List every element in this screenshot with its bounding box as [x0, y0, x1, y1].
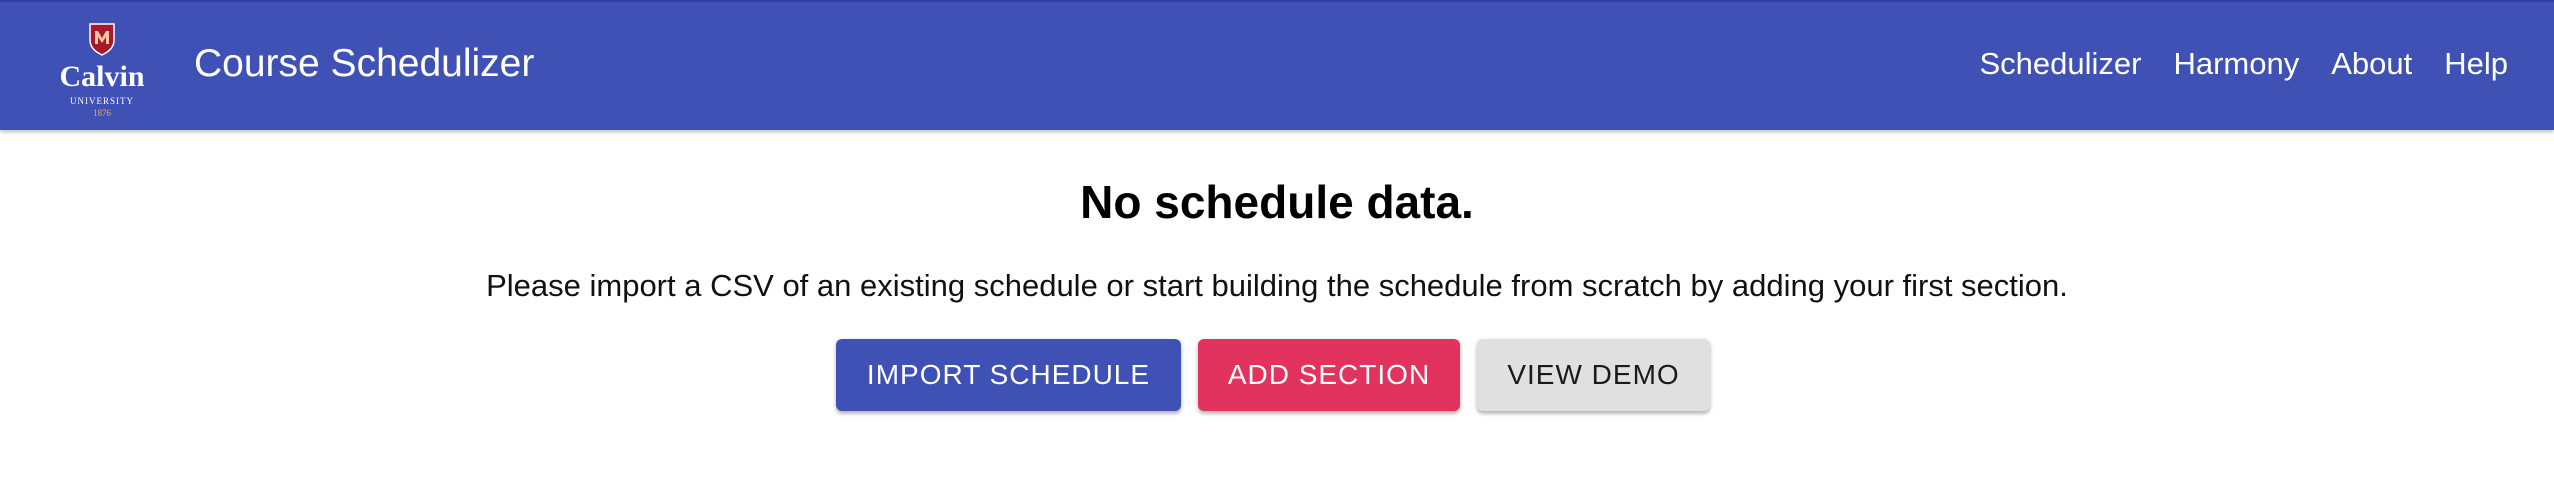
logo-year: 1876: [93, 108, 111, 118]
shield-icon: [89, 23, 115, 56]
action-buttons: IMPORT SCHEDULE ADD SECTION VIEW DEMO: [836, 339, 1710, 411]
nav-link-schedulizer[interactable]: Schedulizer: [1979, 44, 2141, 84]
logo-wordmark: Calvin: [59, 60, 145, 93]
top-nav: Schedulizer Harmony About Help: [1979, 44, 2508, 84]
empty-state-description: Please import a CSV of an existing sched…: [486, 268, 2068, 303]
add-section-button[interactable]: ADD SECTION: [1198, 339, 1460, 411]
view-demo-button[interactable]: VIEW DEMO: [1477, 339, 1710, 411]
logo-subtitle: UNIVERSITY: [70, 96, 134, 106]
nav-link-help[interactable]: Help: [2444, 44, 2508, 84]
calvin-university-logo[interactable]: Calvin UNIVERSITY 1876: [50, 18, 154, 118]
nav-link-harmony[interactable]: Harmony: [2173, 44, 2299, 84]
nav-link-about[interactable]: About: [2331, 44, 2412, 84]
app-bar: Calvin UNIVERSITY 1876 Course Schedulize…: [0, 0, 2554, 130]
import-schedule-button[interactable]: IMPORT SCHEDULE: [836, 339, 1181, 411]
app-title: Course Schedulizer: [194, 42, 535, 85]
empty-state-heading: No schedule data.: [1080, 176, 1474, 228]
